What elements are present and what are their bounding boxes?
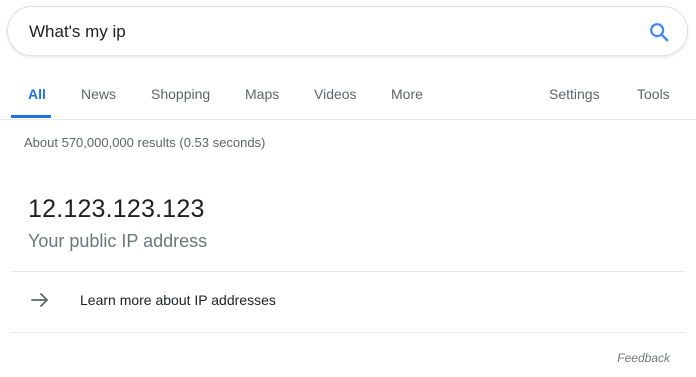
feedback-link[interactable]: Feedback xyxy=(617,351,670,365)
ip-address-caption: Your public IP address xyxy=(28,231,208,251)
active-tab-indicator xyxy=(11,115,51,118)
learn-more-label: Learn more about IP addresses xyxy=(80,292,276,308)
learn-more-link[interactable]: Learn more about IP addresses xyxy=(10,272,686,332)
search-icon xyxy=(650,23,669,42)
search-button[interactable] xyxy=(645,18,673,46)
tab-settings[interactable]: Settings xyxy=(549,86,600,102)
arrow-right-icon xyxy=(31,293,48,307)
tab-shopping[interactable]: Shopping xyxy=(151,86,210,102)
result-stats: About 570,000,000 results (0.53 seconds) xyxy=(24,135,266,150)
tab-videos[interactable]: Videos xyxy=(314,86,357,102)
search-box[interactable] xyxy=(7,6,688,56)
search-input[interactable] xyxy=(29,20,609,44)
tab-more[interactable]: More xyxy=(391,86,423,102)
search-tabs: All News Shopping Maps Videos More Setti… xyxy=(0,70,696,120)
ip-address-value: 12.123.123.123 xyxy=(28,195,205,223)
tab-maps[interactable]: Maps xyxy=(245,86,279,102)
tab-news[interactable]: News xyxy=(81,86,116,102)
tab-tools[interactable]: Tools xyxy=(637,86,670,102)
tab-all[interactable]: All xyxy=(28,86,46,102)
card-divider-bottom xyxy=(10,332,686,333)
